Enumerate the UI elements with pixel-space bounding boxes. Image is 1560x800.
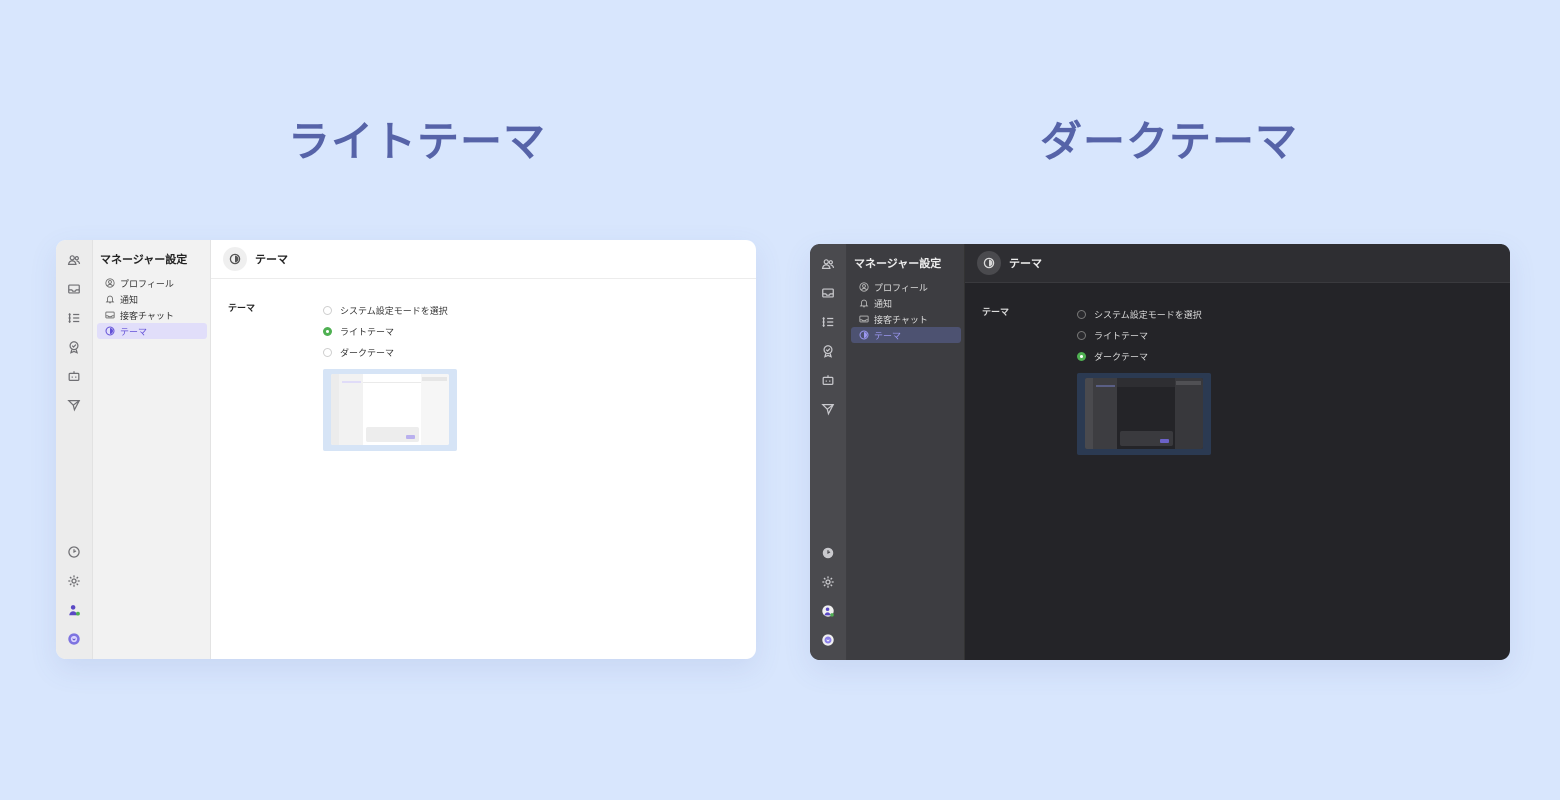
bell-icon bbox=[105, 295, 115, 304]
preview-thumbnail bbox=[331, 374, 449, 445]
preview-thumbnail bbox=[1085, 378, 1203, 449]
nav-item-label: 接客チャット bbox=[874, 315, 928, 326]
list-icon[interactable] bbox=[818, 312, 838, 332]
page-title: テーマ bbox=[255, 253, 288, 266]
radio-button-checked[interactable] bbox=[323, 327, 332, 336]
list-icon[interactable] bbox=[64, 308, 84, 328]
radio-label: ダークテーマ bbox=[1094, 353, 1149, 363]
radio-option-system[interactable]: システム設定モードを選択 bbox=[1077, 304, 1202, 325]
content-header: テーマ bbox=[965, 244, 1510, 283]
theme-preview bbox=[1077, 373, 1211, 455]
nav-item-label: テーマ bbox=[120, 327, 148, 338]
dark-theme-heading: ダークテーマ bbox=[1040, 117, 1299, 166]
nav-item-notifications[interactable]: 通知 bbox=[851, 295, 961, 311]
nav-item-label: テーマ bbox=[874, 331, 902, 342]
gear-icon[interactable] bbox=[818, 572, 838, 592]
settings-panel: マネージャー設定 プロフィール 通知 接客チャット テーマ bbox=[93, 240, 211, 659]
light-theme-heading: ライトテーマ bbox=[288, 117, 547, 166]
icon-rail bbox=[56, 240, 93, 659]
theme-radio-group: システム設定モードを選択 ライトテーマ ダークテーマ bbox=[1077, 304, 1202, 367]
radio-button[interactable] bbox=[1077, 310, 1086, 319]
theme-icon bbox=[223, 247, 247, 271]
radio-option-system[interactable]: システム設定モードを選択 bbox=[323, 300, 448, 321]
nav-item-label: 通知 bbox=[874, 299, 893, 310]
profile-icon bbox=[859, 282, 869, 292]
chat-icon bbox=[105, 311, 115, 319]
radio-label: ライトテーマ bbox=[1094, 332, 1149, 342]
theme-icon bbox=[859, 330, 869, 340]
avatar-icon[interactable] bbox=[64, 629, 84, 649]
theme-icon bbox=[977, 251, 1001, 275]
settings-title: マネージャー設定 bbox=[100, 253, 188, 266]
inbox-icon[interactable] bbox=[64, 279, 84, 299]
avatar-icon[interactable] bbox=[818, 630, 838, 650]
nav-item-theme[interactable]: テーマ bbox=[851, 327, 961, 343]
send-icon[interactable] bbox=[64, 395, 84, 415]
light-theme-window: マネージャー設定 プロフィール 通知 接客チャット テーマ テーマ テーマ シス… bbox=[56, 240, 756, 659]
badge-icon[interactable] bbox=[64, 337, 84, 357]
radio-button[interactable] bbox=[1077, 331, 1086, 340]
bot-icon[interactable] bbox=[818, 370, 838, 390]
content-header: テーマ bbox=[211, 240, 756, 279]
radio-button-checked[interactable] bbox=[1077, 352, 1086, 361]
send-icon[interactable] bbox=[818, 399, 838, 419]
inbox-icon[interactable] bbox=[818, 283, 838, 303]
theme-preview bbox=[323, 369, 457, 451]
gear-icon[interactable] bbox=[64, 571, 84, 591]
radio-label: ダークテーマ bbox=[340, 349, 395, 359]
theme-icon bbox=[105, 326, 115, 336]
nav-item-label: プロフィール bbox=[120, 279, 174, 290]
theme-field-label: テーマ bbox=[228, 304, 256, 314]
clock-icon[interactable] bbox=[818, 543, 838, 563]
main-content: テーマ テーマ システム設定モードを選択 ライトテーマ ダークテーマ bbox=[211, 240, 756, 659]
settings-panel: マネージャー設定 プロフィール 通知 接客チャット テーマ bbox=[847, 244, 965, 660]
icon-rail bbox=[810, 244, 847, 660]
radio-option-light[interactable]: ライトテーマ bbox=[323, 321, 448, 342]
theme-radio-group: システム設定モードを選択 ライトテーマ ダークテーマ bbox=[323, 300, 448, 363]
user-status-icon[interactable] bbox=[818, 601, 838, 621]
nav-item-chat[interactable]: 接客チャット bbox=[851, 311, 961, 327]
settings-nav: プロフィール 通知 接客チャット テーマ bbox=[847, 279, 964, 343]
profile-icon bbox=[105, 278, 115, 288]
nav-item-notifications[interactable]: 通知 bbox=[97, 291, 207, 307]
chat-icon bbox=[859, 315, 869, 323]
bell-icon bbox=[859, 299, 869, 308]
clock-icon[interactable] bbox=[64, 542, 84, 562]
dark-theme-window: マネージャー設定 プロフィール 通知 接客チャット テーマ テーマ テーマ シス… bbox=[810, 244, 1510, 660]
page-title: テーマ bbox=[1009, 257, 1042, 270]
bot-icon[interactable] bbox=[64, 366, 84, 386]
users-icon[interactable] bbox=[818, 254, 838, 274]
nav-item-theme[interactable]: テーマ bbox=[97, 323, 207, 339]
nav-item-label: 接客チャット bbox=[120, 311, 174, 322]
main-content: テーマ テーマ システム設定モードを選択 ライトテーマ ダークテーマ bbox=[965, 244, 1510, 660]
badge-icon[interactable] bbox=[818, 341, 838, 361]
nav-item-label: プロフィール bbox=[874, 283, 928, 294]
settings-nav: プロフィール 通知 接客チャット テーマ bbox=[93, 275, 210, 339]
radio-option-light[interactable]: ライトテーマ bbox=[1077, 325, 1202, 346]
nav-item-label: 通知 bbox=[120, 295, 139, 306]
radio-button[interactable] bbox=[323, 348, 332, 357]
users-icon[interactable] bbox=[64, 250, 84, 270]
radio-button[interactable] bbox=[323, 306, 332, 315]
radio-option-dark[interactable]: ダークテーマ bbox=[1077, 346, 1202, 367]
nav-item-profile[interactable]: プロフィール bbox=[97, 275, 207, 291]
radio-option-dark[interactable]: ダークテーマ bbox=[323, 342, 448, 363]
nav-item-profile[interactable]: プロフィール bbox=[851, 279, 961, 295]
nav-item-chat[interactable]: 接客チャット bbox=[97, 307, 207, 323]
theme-field-label: テーマ bbox=[982, 308, 1010, 318]
user-status-icon[interactable] bbox=[64, 600, 84, 620]
radio-label: システム設定モードを選択 bbox=[340, 307, 448, 317]
settings-title: マネージャー設定 bbox=[854, 257, 942, 270]
radio-label: ライトテーマ bbox=[340, 328, 395, 338]
radio-label: システム設定モードを選択 bbox=[1094, 311, 1202, 321]
